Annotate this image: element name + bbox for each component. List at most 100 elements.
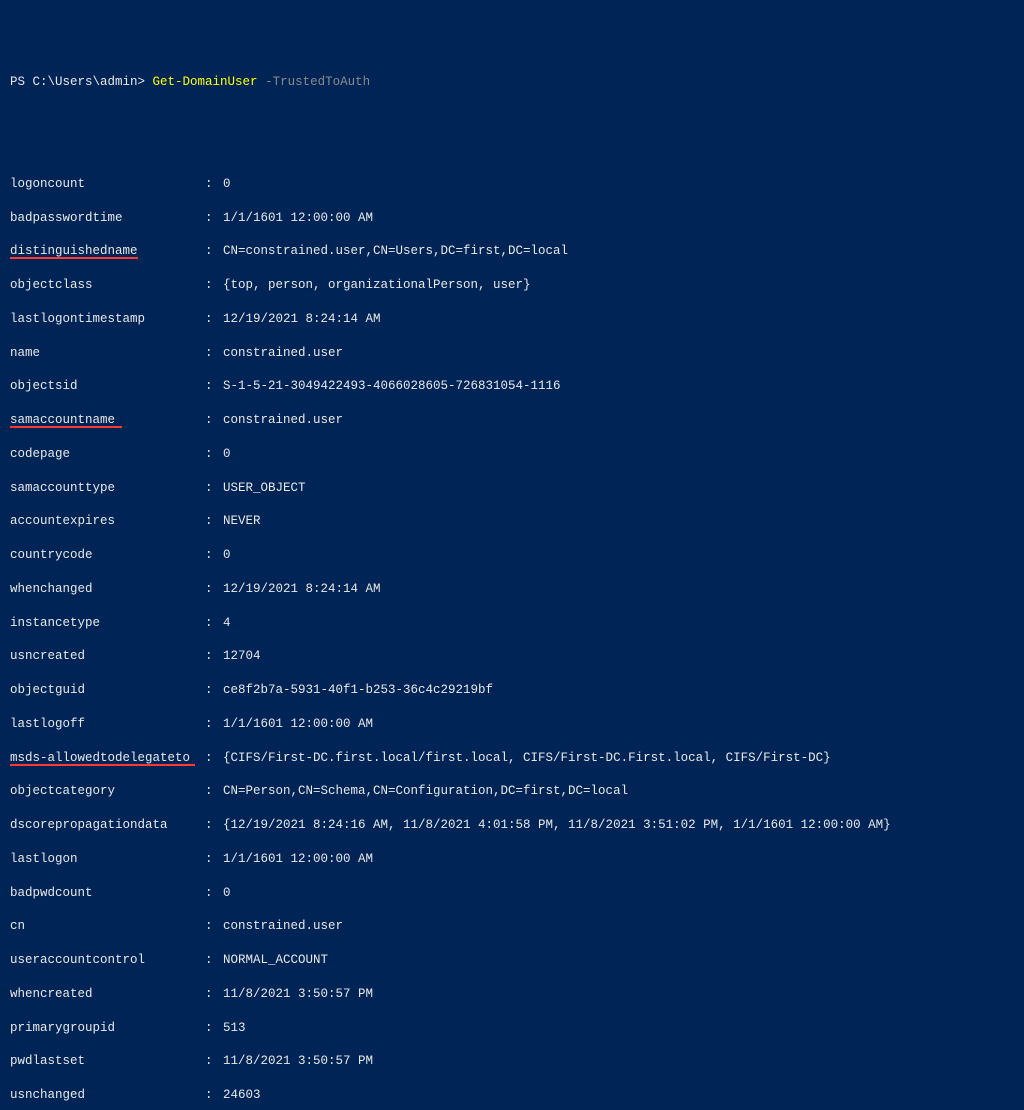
prop-value: {top, person, organizationalPerson, user… [223, 277, 531, 294]
prop-value: 0 [223, 176, 231, 193]
property-row: useraccountcontrol: NORMAL_ACCOUNT [10, 952, 1014, 969]
colon: : [205, 1087, 223, 1104]
prop-label: distinguishedname [10, 243, 205, 260]
prop-label: cn [10, 918, 205, 935]
prop-value: constrained.user [223, 345, 343, 362]
prop-value: {12/19/2021 8:24:16 AM, 11/8/2021 4:01:5… [223, 817, 891, 834]
property-row: lastlogon: 1/1/1601 12:00:00 AM [10, 851, 1014, 868]
prop-value: 0 [223, 885, 231, 902]
colon: : [205, 513, 223, 530]
highlight-underline: samaccountname [10, 413, 115, 427]
prop-value: 0 [223, 446, 231, 463]
colon: : [205, 615, 223, 632]
prop-value: 12/19/2021 8:24:14 AM [223, 581, 381, 598]
prop-label: usnchanged [10, 1087, 205, 1104]
prop-value: 513 [223, 1020, 246, 1037]
prompt-line[interactable]: PS C:\Users\admin> Get-DomainUser -Trust… [10, 74, 1014, 91]
prompt-param: -TrustedToAuth [258, 75, 371, 89]
colon: : [205, 378, 223, 395]
prop-value: NEVER [223, 513, 261, 530]
property-row: logoncount: 0 [10, 176, 1014, 193]
prop-label: msds-allowedtodelegateto [10, 750, 205, 767]
property-row: accountexpires: NEVER [10, 513, 1014, 530]
prop-value: 12/19/2021 8:24:14 AM [223, 311, 381, 328]
colon: : [205, 581, 223, 598]
property-row: pwdlastset: 11/8/2021 3:50:57 PM [10, 1053, 1014, 1070]
colon: : [205, 243, 223, 260]
blank-line [10, 128, 1014, 142]
prop-label: name [10, 345, 205, 362]
property-row: name: constrained.user [10, 345, 1014, 362]
prop-label: whencreated [10, 986, 205, 1003]
prop-label: objectguid [10, 682, 205, 699]
property-row: objectclass: {top, person, organizationa… [10, 277, 1014, 294]
prop-value: 1/1/1601 12:00:00 AM [223, 716, 373, 733]
colon: : [205, 176, 223, 193]
prop-value: 12704 [223, 648, 261, 665]
property-row: usncreated: 12704 [10, 648, 1014, 665]
colon: : [205, 345, 223, 362]
prop-value: 11/8/2021 3:50:57 PM [223, 1053, 373, 1070]
colon: : [205, 682, 223, 699]
property-row: samaccountname: constrained.user [10, 412, 1014, 429]
prop-label: dscorepropagationdata [10, 817, 205, 834]
prop-value: S-1-5-21-3049422493-4066028605-726831054… [223, 378, 561, 395]
prop-label: objectsid [10, 378, 205, 395]
property-row: objectcategory: CN=Person,CN=Schema,CN=C… [10, 783, 1014, 800]
property-row: msds-allowedtodelegateto: {CIFS/First-DC… [10, 750, 1014, 767]
prop-label: useraccountcontrol [10, 952, 205, 969]
prop-value: NORMAL_ACCOUNT [223, 952, 328, 969]
prop-value: constrained.user [223, 918, 343, 935]
colon: : [205, 952, 223, 969]
prop-label: countrycode [10, 547, 205, 564]
prompt-prefix: PS C:\Users\admin> [10, 75, 153, 89]
prop-value: 1/1/1601 12:00:00 AM [223, 851, 373, 868]
property-row: whencreated: 11/8/2021 3:50:57 PM [10, 986, 1014, 1003]
prop-value: 0 [223, 547, 231, 564]
prompt-cmdlet: Get-DomainUser [153, 75, 258, 89]
colon: : [205, 446, 223, 463]
property-row: samaccounttype: USER_OBJECT [10, 480, 1014, 497]
prop-label: primarygroupid [10, 1020, 205, 1037]
property-row: distinguishedname: CN=constrained.user,C… [10, 243, 1014, 260]
colon: : [205, 547, 223, 564]
prop-label: badpwdcount [10, 885, 205, 902]
prop-label: codepage [10, 446, 205, 463]
property-row: objectsid: S-1-5-21-3049422493-406602860… [10, 378, 1014, 395]
prop-label: pwdlastset [10, 1053, 205, 1070]
prop-value: {CIFS/First-DC.first.local/first.local, … [223, 750, 831, 767]
colon: : [205, 783, 223, 800]
property-row: dscorepropagationdata: {12/19/2021 8:24:… [10, 817, 1014, 834]
colon: : [205, 210, 223, 227]
prop-label: samaccountname [10, 412, 205, 429]
prop-value: 4 [223, 615, 231, 632]
prop-label: lastlogoff [10, 716, 205, 733]
prop-value: USER_OBJECT [223, 480, 306, 497]
colon: : [205, 311, 223, 328]
colon: : [205, 716, 223, 733]
prop-label: objectclass [10, 277, 205, 294]
prop-value: CN=constrained.user,CN=Users,DC=first,DC… [223, 243, 568, 260]
prop-value: CN=Person,CN=Schema,CN=Configuration,DC=… [223, 783, 628, 800]
prop-label: whenchanged [10, 581, 205, 598]
property-row: countrycode: 0 [10, 547, 1014, 564]
colon: : [205, 750, 223, 767]
prop-value: 1/1/1601 12:00:00 AM [223, 210, 373, 227]
property-row: codepage: 0 [10, 446, 1014, 463]
prop-label: lastlogon [10, 851, 205, 868]
property-row: lastlogoff: 1/1/1601 12:00:00 AM [10, 716, 1014, 733]
colon: : [205, 1020, 223, 1037]
colon: : [205, 1053, 223, 1070]
prop-label: objectcategory [10, 783, 205, 800]
prop-label: logoncount [10, 176, 205, 193]
prop-label: badpasswordtime [10, 210, 205, 227]
colon: : [205, 817, 223, 834]
colon: : [205, 986, 223, 1003]
property-row: cn: constrained.user [10, 918, 1014, 935]
property-row: whenchanged: 12/19/2021 8:24:14 AM [10, 581, 1014, 598]
property-row: lastlogontimestamp: 12/19/2021 8:24:14 A… [10, 311, 1014, 328]
property-row: objectguid: ce8f2b7a-5931-40f1-b253-36c4… [10, 682, 1014, 699]
prop-label: instancetype [10, 615, 205, 632]
property-row: primarygroupid: 513 [10, 1020, 1014, 1037]
property-row: badpwdcount: 0 [10, 885, 1014, 902]
